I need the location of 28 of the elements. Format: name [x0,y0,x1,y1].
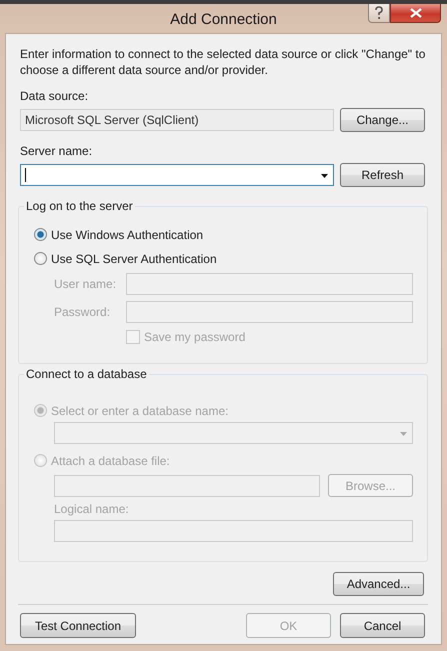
radio-label: Attach a database file: [51,454,170,468]
server-name-combo[interactable] [20,164,334,186]
radio-label: Use Windows Authentication [51,228,204,242]
checkbox-label: Save my password [144,330,246,344]
close-button[interactable] [390,4,441,23]
dropdown-arrow-icon [400,432,407,436]
button[interactable]: Refresh [340,163,425,187]
field-label: Password: [54,305,112,319]
help-button[interactable] [368,4,390,23]
group-legend: Log on to the server [24,199,135,214]
field-label: User name: [54,277,118,291]
field-label: Data source: [20,89,90,104]
radio-label: Use SQL Server Authentication [51,252,217,266]
dropdown-arrow-icon [321,174,328,178]
radio-label: Select or enter a database name: [51,404,228,418]
question-mark-icon [374,6,384,20]
button[interactable]: Cancel [340,613,425,638]
button[interactable]: Test Connection [20,613,136,638]
data-source-field[interactable]: Microsoft SQL Server (SqlClient) [20,109,334,131]
description-text: Enter information to connect to the selected data source or click "Change" to choose a different data source and/or provider. [20,46,426,78]
close-icon [410,8,422,18]
field-label: Server name: [20,144,94,159]
radio-button[interactable] [34,228,47,241]
window-title: Add Connection [170,10,277,28]
button[interactable]: Advanced... [333,572,424,596]
radio-button[interactable] [34,252,47,265]
field-label: Logical name: [54,502,130,517]
button[interactable]: Change... [340,108,425,132]
